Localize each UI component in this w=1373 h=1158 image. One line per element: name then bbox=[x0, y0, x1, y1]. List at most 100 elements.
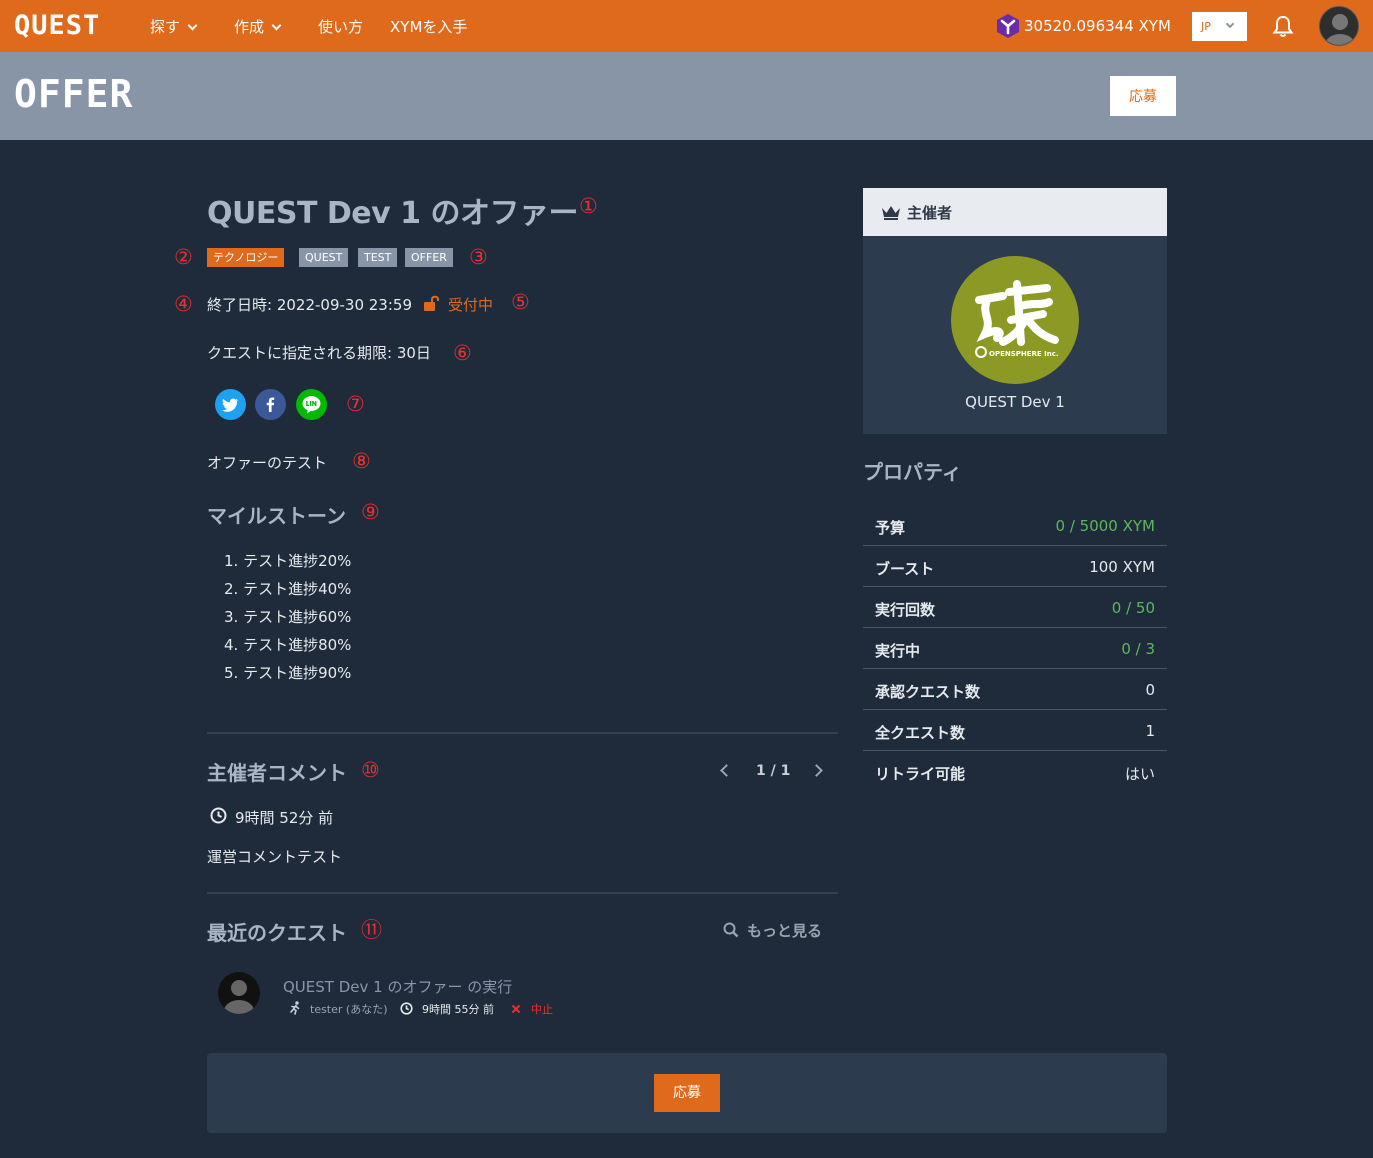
nav-get-xym[interactable]: XYMを入手 bbox=[390, 16, 467, 37]
share-line-button[interactable] bbox=[296, 389, 327, 420]
property-row: 全クエスト数 1 bbox=[863, 710, 1167, 751]
milestone-item: 5. テスト進捗90% bbox=[224, 664, 352, 682]
property-row: 実行中 0 / 3 bbox=[863, 628, 1167, 669]
chevron-right-icon[interactable] bbox=[810, 764, 823, 777]
milestone-item: 1. テスト進捗20% bbox=[224, 552, 352, 570]
language-value: JP bbox=[1201, 20, 1211, 33]
running-icon bbox=[290, 1001, 300, 1015]
svg-text:OPENSPHERE Inc.: OPENSPHERE Inc. bbox=[989, 350, 1059, 358]
comment-body: 運営コメントテスト bbox=[207, 848, 343, 866]
chevron-down-icon bbox=[187, 20, 198, 31]
end-date: 終了日時: 2022-09-30 23:59 bbox=[207, 296, 412, 314]
share-twitter-button[interactable] bbox=[215, 389, 246, 420]
annotation-5: ⑤ bbox=[511, 290, 530, 314]
tag[interactable]: OFFER bbox=[405, 248, 453, 267]
comments-pager: 1 / 1 bbox=[756, 763, 791, 779]
facebook-icon bbox=[266, 397, 275, 412]
offer-description: オファーのテスト bbox=[207, 454, 328, 472]
property-row: ブースト 100 XYM bbox=[863, 546, 1167, 587]
banner-title: OFFER bbox=[14, 72, 134, 116]
chevron-left-icon[interactable] bbox=[720, 764, 733, 777]
annotation-7: ⑦ bbox=[346, 392, 365, 416]
milestone-item: 3. テスト進捗60% bbox=[224, 608, 352, 626]
property-value: 0 / 5000 XYM bbox=[1055, 517, 1155, 535]
nav-explore[interactable]: 探す bbox=[150, 16, 198, 37]
property-row: 承認クエスト数 0 bbox=[863, 669, 1167, 710]
clock-icon bbox=[210, 807, 227, 824]
top-nav: QUEST 探す 作成 使い方 XYMを入手 30520.096344 XYM … bbox=[0, 0, 1373, 52]
tag-category[interactable]: テクノロジー bbox=[207, 248, 285, 267]
status-badge: 受付中 bbox=[448, 296, 494, 314]
organizer-name[interactable]: QUEST Dev 1 bbox=[863, 393, 1167, 411]
properties-heading: プロパティ bbox=[863, 460, 962, 484]
user-avatar[interactable] bbox=[1319, 6, 1359, 46]
tag[interactable]: QUEST bbox=[299, 248, 349, 267]
line-icon bbox=[302, 396, 321, 414]
apply-button-bottom[interactable]: 応募 bbox=[654, 1074, 720, 1112]
annotation-6: ⑥ bbox=[453, 341, 472, 365]
user-icon bbox=[1325, 14, 1355, 45]
annotation-10: ⑩ bbox=[361, 758, 380, 782]
organizer-logo[interactable]: OPENSPHERE Inc. bbox=[951, 256, 1079, 384]
nav-create[interactable]: 作成 bbox=[234, 16, 282, 37]
property-key: リトライ可能 bbox=[875, 765, 966, 783]
annotation-8: ⑧ bbox=[352, 449, 371, 473]
unlock-icon bbox=[424, 295, 439, 311]
annotation-11: ⑪ bbox=[361, 918, 382, 942]
organizer-card[interactable]: OPENSPHERE Inc. QUEST Dev 1 bbox=[863, 236, 1167, 434]
wallet-balance[interactable]: 30520.096344 XYM bbox=[1024, 17, 1171, 35]
property-value: 0 / 3 bbox=[1121, 640, 1155, 658]
chevron-down-icon bbox=[271, 20, 282, 31]
organizer-header: 主催者 bbox=[863, 188, 1167, 236]
property-value: 100 XYM bbox=[1089, 558, 1155, 576]
property-value: 0 bbox=[1145, 681, 1155, 699]
recent-quests-heading: 最近のクエスト bbox=[207, 921, 347, 945]
annotation-3: ③ bbox=[469, 245, 488, 269]
opensphere-logo-icon: OPENSPHERE Inc. bbox=[975, 280, 1059, 358]
property-key: 予算 bbox=[875, 519, 906, 537]
chevron-down-icon bbox=[1225, 19, 1235, 29]
annotation-2: ② bbox=[174, 245, 193, 269]
quest-user-avatar[interactable] bbox=[218, 972, 260, 1014]
organizer-header-label: 主催者 bbox=[907, 204, 953, 222]
quest-time: 9時間 55分 前 bbox=[422, 1003, 494, 1016]
quest-deadline: クエストに指定される期限: 30日 bbox=[207, 344, 431, 362]
quest-state: 中止 bbox=[531, 1003, 553, 1016]
tag[interactable]: TEST bbox=[358, 248, 398, 267]
milestones-heading: マイルストーン bbox=[207, 504, 346, 528]
property-key: 実行中 bbox=[875, 642, 921, 660]
milestone-item: 2. テスト進捗40% bbox=[224, 580, 352, 598]
quest-user: tester (あなた) bbox=[310, 1003, 388, 1016]
apply-button-top[interactable]: 応募 bbox=[1110, 76, 1176, 116]
milestone-item: 4. テスト進捗80% bbox=[224, 636, 352, 654]
page-banner: OFFER 応募 bbox=[0, 52, 1373, 140]
property-key: 承認クエスト数 bbox=[875, 683, 981, 701]
search-icon bbox=[723, 922, 739, 938]
annotation-1: ① bbox=[579, 194, 598, 218]
comment-time: 9時間 52分 前 bbox=[235, 809, 334, 827]
nav-howto[interactable]: 使い方 bbox=[318, 16, 363, 37]
property-value: 1 bbox=[1145, 722, 1155, 740]
property-key: 実行回数 bbox=[875, 601, 936, 619]
property-row: リトライ可能 はい bbox=[863, 751, 1167, 792]
annotation-9: ⑨ bbox=[361, 500, 380, 524]
comments-heading: 主催者コメント bbox=[207, 761, 347, 785]
property-key: 全クエスト数 bbox=[875, 724, 966, 742]
quest-title-link[interactable]: QUEST Dev 1 のオファー の実行 bbox=[283, 976, 512, 997]
share-facebook-button[interactable] bbox=[255, 389, 286, 420]
language-select[interactable]: JP bbox=[1192, 12, 1247, 41]
crown-icon bbox=[882, 206, 900, 220]
property-key: ブースト bbox=[875, 560, 935, 578]
bell-icon[interactable] bbox=[1272, 14, 1294, 38]
offer-title: QUEST Dev 1 のオファー bbox=[207, 196, 578, 231]
property-value: 0 / 50 bbox=[1111, 599, 1155, 617]
annotation-4: ④ bbox=[174, 292, 193, 316]
divider bbox=[207, 892, 838, 894]
close-icon bbox=[511, 1004, 521, 1014]
divider bbox=[207, 732, 838, 734]
property-value: はい bbox=[1124, 765, 1155, 783]
property-row: 実行回数 0 / 50 bbox=[863, 587, 1167, 628]
nav-create-label: 作成 bbox=[234, 18, 265, 36]
site-logo[interactable]: QUEST bbox=[14, 10, 100, 41]
nav-explore-label: 探す bbox=[150, 18, 181, 36]
